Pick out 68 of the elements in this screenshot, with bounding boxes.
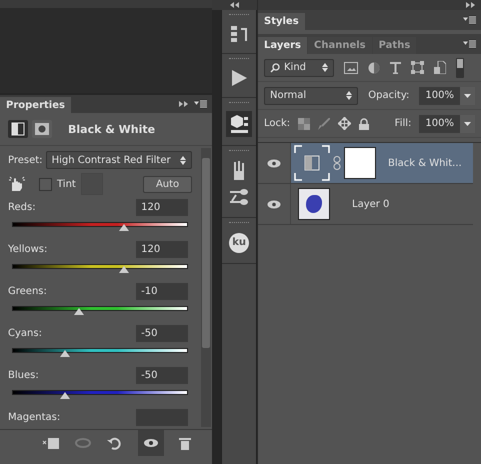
panel-tab[interactable]: Paths — [372, 37, 416, 54]
slider-label: Cyans: — [8, 326, 42, 340]
layer-name: Black & Whit... — [388, 158, 462, 168]
layer-row[interactable]: Layer 0 — [258, 184, 473, 225]
mask-thumbnail[interactable] — [344, 147, 376, 179]
panel-tab[interactable]: Styles — [258, 13, 305, 30]
value-field[interactable]: 120 — [136, 241, 188, 258]
type-filter-icon[interactable] — [390, 62, 401, 74]
panel-menu-icon[interactable] — [463, 39, 477, 49]
adjustment-thumbnail-icon[interactable] — [294, 145, 330, 181]
adjustment-title: Black & White — [68, 122, 156, 136]
panel-menu-icon[interactable] — [194, 99, 208, 109]
blend-mode-dropdown[interactable]: Normal — [264, 86, 358, 104]
panel-menu-icon[interactable] — [463, 15, 477, 25]
hand-icon[interactable] — [8, 176, 26, 192]
visibility-eye-icon[interactable] — [138, 430, 164, 456]
tint-label: Tint — [57, 178, 76, 190]
auto-button[interactable]: Auto — [142, 176, 192, 192]
slider-thumb[interactable] — [60, 350, 70, 357]
slider-thumb[interactable] — [60, 392, 70, 399]
search-icon — [270, 62, 280, 72]
slider-thumb[interactable] — [119, 224, 130, 231]
stepper-icon — [180, 156, 186, 164]
slider-label: Reds: — [8, 200, 36, 214]
slider-thumb[interactable] — [119, 266, 130, 273]
slider-label: Blues: — [8, 368, 39, 382]
adjustment-mode-button[interactable] — [8, 120, 28, 138]
fill-field[interactable]: 100% — [419, 114, 475, 132]
opacity-field[interactable]: 100% — [419, 86, 475, 104]
fill-label: Fill: — [394, 118, 412, 129]
lock-label: Lock: — [264, 118, 290, 129]
slider-label: Magentas: — [8, 410, 60, 424]
link-icon — [333, 156, 341, 170]
value-field[interactable]: -50 — [136, 367, 188, 384]
preset-label: Preset: — [8, 154, 43, 166]
shape-filter-icon[interactable] — [411, 61, 424, 74]
slider-label: Greens: — [8, 284, 47, 298]
pixel-filter-icon[interactable] — [344, 62, 358, 74]
stepper-icon — [322, 63, 328, 72]
lock-icon[interactable] — [359, 118, 370, 130]
panel-tab[interactable]: Properties — [0, 97, 71, 113]
mask-mode-button[interactable] — [32, 120, 52, 138]
panel-tab[interactable]: Channels — [308, 37, 372, 54]
trash-icon[interactable] — [178, 436, 192, 450]
layer-row[interactable]: Black & Whit... — [258, 143, 473, 184]
slider-label: Yellows: — [8, 242, 48, 256]
value-field[interactable]: -50 — [136, 325, 188, 342]
visibility-eye-icon[interactable] — [267, 158, 281, 168]
scrollbar[interactable] — [201, 148, 212, 427]
value-field[interactable] — [136, 409, 188, 426]
image-thumbnail[interactable] — [298, 188, 330, 220]
tint-checkbox[interactable] — [39, 178, 52, 190]
panel-tab[interactable]: Layers — [258, 37, 307, 54]
filter-kind-dropdown[interactable]: Kind — [264, 58, 334, 76]
smart-object-filter-icon[interactable] — [434, 61, 446, 74]
slider-thumb[interactable] — [74, 308, 84, 315]
value-field[interactable]: -10 — [136, 283, 188, 300]
plugin-badge[interactable]: ku — [229, 233, 250, 253]
lock-transparency-icon[interactable] — [298, 118, 310, 130]
collapse-icon[interactable] — [179, 100, 188, 108]
stepper-icon — [346, 91, 352, 100]
layer-name: Layer 0 — [352, 198, 390, 210]
move-icon[interactable] — [338, 117, 352, 130]
opacity-label: Opacity: — [368, 90, 410, 101]
value-field[interactable]: 120 — [136, 199, 188, 216]
adjustment-filter-icon[interactable] — [368, 62, 380, 74]
preset-dropdown[interactable]: High Contrast Red Filter — [46, 151, 192, 169]
visibility-eye-icon[interactable] — [267, 200, 281, 208]
